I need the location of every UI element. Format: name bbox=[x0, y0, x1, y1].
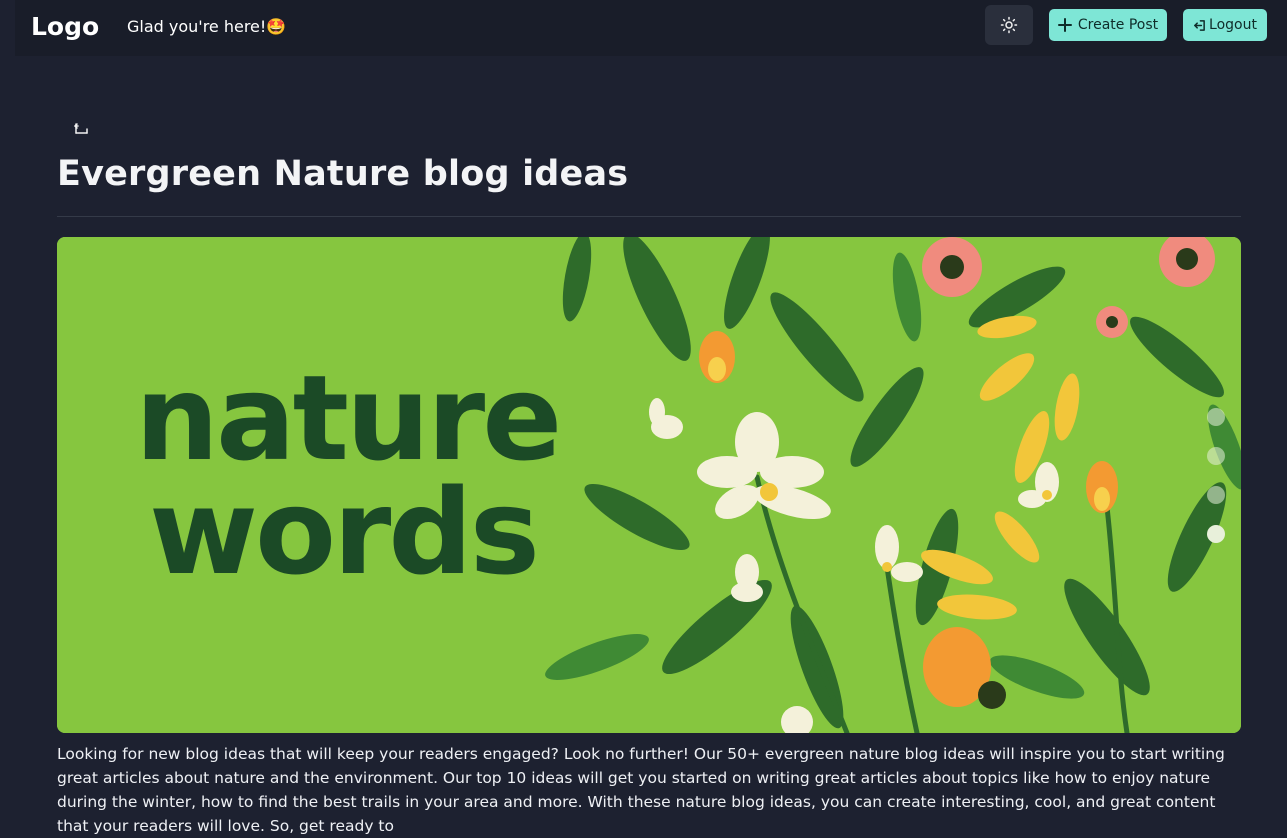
post-body: Looking for new blog ideas that will kee… bbox=[57, 745, 1225, 835]
create-post-label: Create Post bbox=[1077, 17, 1159, 33]
logo[interactable]: Logo bbox=[31, 12, 99, 41]
sun-icon bbox=[1000, 16, 1018, 34]
logout-button[interactable]: Logout bbox=[1183, 9, 1267, 41]
plus-icon bbox=[1057, 18, 1072, 32]
theme-toggle-button[interactable] bbox=[985, 5, 1033, 45]
post-cover-image: nature words bbox=[57, 237, 1241, 733]
create-post-button[interactable]: Create Post bbox=[1049, 9, 1167, 41]
navbar: Logo Glad you're here!🤩 Create Post Logo… bbox=[15, 0, 1287, 56]
logout-icon bbox=[1194, 19, 1205, 31]
return-arrow-icon bbox=[74, 123, 88, 134]
cover-text-line2: words bbox=[149, 463, 537, 601]
logout-label: Logout bbox=[1209, 17, 1257, 33]
greeting-text: Glad you're here!🤩 bbox=[127, 17, 287, 36]
back-button[interactable] bbox=[70, 118, 92, 140]
post-title: Evergreen Nature blog ideas bbox=[57, 154, 629, 194]
title-divider bbox=[57, 216, 1241, 217]
cover-illustration: nature words bbox=[57, 237, 1241, 733]
